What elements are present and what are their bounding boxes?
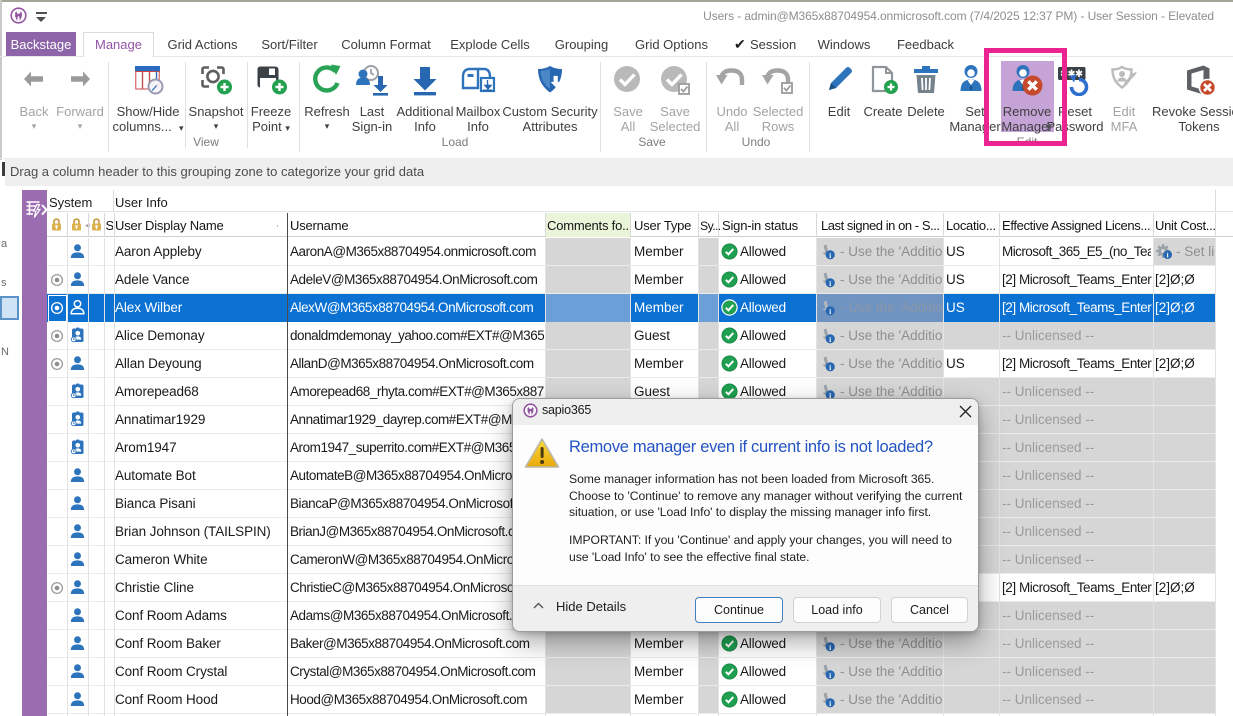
svg-text:i: i — [829, 279, 831, 288]
svg-text:i: i — [829, 307, 831, 316]
svg-text:i: i — [1167, 251, 1169, 259]
svg-text:i: i — [829, 363, 831, 372]
svg-text:i: i — [829, 643, 831, 652]
svg-text:i: i — [829, 335, 831, 344]
svg-text:i: i — [829, 251, 831, 260]
svg-text:i: i — [829, 671, 831, 680]
svg-text:i: i — [829, 699, 831, 708]
